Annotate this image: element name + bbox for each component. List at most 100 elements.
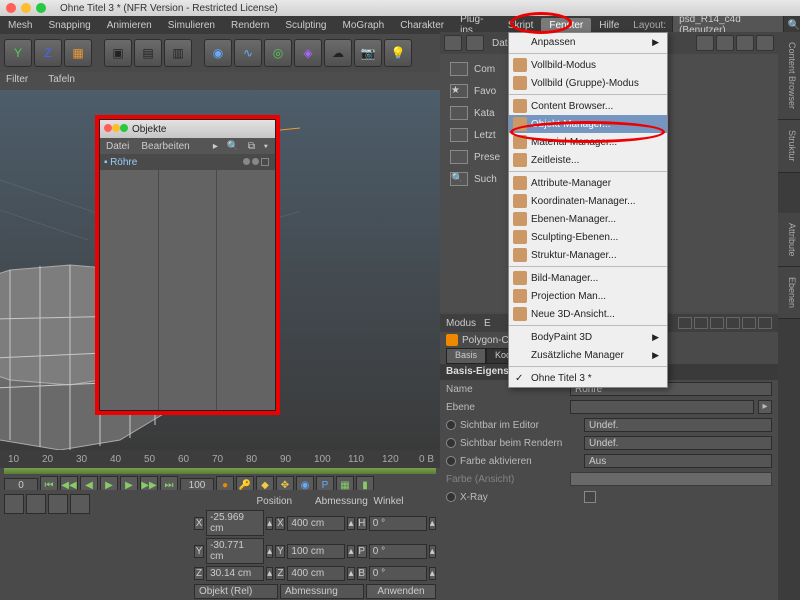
coord-dim-select[interactable]: Abmessung: [280, 584, 364, 599]
objekte-body: [100, 170, 275, 410]
coordinates-panel: Position Abmessung Winkel X-25.969 cm▴X4…: [190, 490, 440, 600]
attr-nav-icons[interactable]: [678, 317, 772, 329]
objekte-bearbeiten[interactable]: Bearbeiten: [135, 141, 195, 152]
objekte-datei[interactable]: Datei: [100, 141, 135, 152]
dropdown-item[interactable]: Zusätzliche Manager▶: [509, 346, 667, 364]
menu-hilfe[interactable]: Hilfe: [591, 18, 627, 33]
field-editor-visible: Sichtbar im EditorUndef.: [440, 416, 778, 434]
attr-edit[interactable]: E: [484, 318, 491, 329]
render-visible-select[interactable]: Undef.: [584, 436, 772, 450]
cb-view1-icon[interactable]: [716, 35, 734, 51]
cube-icon[interactable]: ▦: [64, 39, 92, 67]
dropdown-item[interactable]: Zeitleiste...: [509, 151, 667, 169]
dropdown-item[interactable]: Attribute-Manager: [509, 174, 667, 192]
spline-icon[interactable]: ∿: [234, 39, 262, 67]
primitive-icon[interactable]: ◉: [204, 39, 232, 67]
xray-checkbox[interactable]: [584, 491, 596, 503]
tool-icon[interactable]: [70, 494, 90, 514]
dropdown-item[interactable]: Bild-Manager...: [509, 269, 667, 287]
tool-icon[interactable]: [4, 494, 24, 514]
dropdown-item[interactable]: Vollbild-Modus: [509, 56, 667, 74]
radio-icon[interactable]: [446, 456, 456, 466]
search-icon[interactable]: 🔍: [788, 20, 800, 31]
generator-icon[interactable]: ◎: [264, 39, 292, 67]
radio-icon[interactable]: [446, 438, 456, 448]
dropdown-item[interactable]: Struktur-Manager...: [509, 246, 667, 264]
menu-snapping[interactable]: Snapping: [40, 18, 98, 33]
menu-mograph[interactable]: MoGraph: [335, 18, 393, 33]
tab-basis[interactable]: Basis: [446, 348, 486, 364]
dropdown-item[interactable]: Anpassen▶: [509, 33, 667, 51]
objekte-header[interactable]: Objekte: [100, 120, 275, 138]
star-icon: ★: [450, 84, 468, 98]
filter-label[interactable]: Filter: [6, 74, 28, 85]
field-ebene: Ebene▸: [440, 398, 778, 416]
ebene-input[interactable]: [570, 400, 754, 414]
attr-modus[interactable]: Modus: [446, 318, 476, 329]
menu-charakter[interactable]: Charakter: [392, 18, 452, 33]
tafeln-label[interactable]: Tafeln: [48, 74, 75, 85]
dropdown-item[interactable]: Vollbild (Gruppe)-Modus: [509, 74, 667, 92]
ebene-picker-icon[interactable]: ▸: [758, 400, 772, 414]
axis-y-icon[interactable]: Y: [4, 39, 32, 67]
menu-animieren[interactable]: Animieren: [99, 18, 160, 33]
objekte-item-row[interactable]: ▪ Röhre: [100, 154, 275, 170]
highlight-oval-menu: [510, 12, 572, 34]
objekte-menubar: Datei Bearbeiten ▸ 🔍 ⧉ ▾: [100, 138, 275, 154]
window-controls[interactable]: [6, 3, 46, 13]
objekte-item-name: Röhre: [110, 157, 137, 168]
menu-mesh[interactable]: Mesh: [0, 18, 40, 33]
radio-icon[interactable]: [446, 420, 456, 430]
close-icon[interactable]: [6, 3, 16, 13]
vtab-ebenen[interactable]: Ebenen: [778, 267, 800, 319]
vtab-struktur[interactable]: Struktur: [778, 120, 800, 173]
dropdown-item[interactable]: Projection Man...: [509, 287, 667, 305]
menu-rendern[interactable]: Rendern: [223, 18, 277, 33]
ruler[interactable]: 1020304050607080901001101200 B: [0, 450, 440, 468]
cb-search-icon[interactable]: [756, 35, 774, 51]
tool-icon[interactable]: [48, 494, 68, 514]
dropdown-item[interactable]: Koordinaten-Manager...: [509, 192, 667, 210]
axis-z-icon[interactable]: Z: [34, 39, 62, 67]
coord-row: Y-30.771 cm▴Y100 cm▴P0 °▴: [194, 537, 436, 565]
tool-icon[interactable]: [26, 494, 46, 514]
menu-sculpting[interactable]: Sculpting: [277, 18, 334, 33]
dropdown-item[interactable]: ✓Ohne Titel 3 *: [509, 369, 667, 387]
render-settings-icon[interactable]: ▥: [164, 39, 192, 67]
cb-fwd-icon[interactable]: [466, 35, 484, 51]
monitor-icon: [450, 62, 468, 76]
cb-home-icon[interactable]: [696, 35, 714, 51]
checker-icon[interactable]: [261, 158, 269, 166]
radio-icon[interactable]: [446, 492, 456, 502]
light-icon[interactable]: 💡: [384, 39, 412, 67]
attr-object-type: Polygon-C: [462, 335, 509, 346]
coords-headers: Position Abmessung Winkel: [194, 494, 436, 509]
render-region-icon[interactable]: ▤: [134, 39, 162, 67]
coord-row: Z30.14 cm▴Z400 cm▴B0 °▴: [194, 565, 436, 582]
dropdown-item[interactable]: Sculpting-Ebenen...: [509, 228, 667, 246]
color-activate-select[interactable]: Aus: [584, 454, 772, 468]
zoom-icon[interactable]: [36, 3, 46, 13]
objekte-toolbar-icons[interactable]: ▸ 🔍 ⧉ ▾: [213, 141, 275, 152]
dropdown-item[interactable]: Ebenen-Manager...: [509, 210, 667, 228]
editor-visible-select[interactable]: Undef.: [584, 418, 772, 432]
vtab-content-browser[interactable]: Content Browser: [778, 32, 800, 120]
coords-bottom: Objekt (Rel) Abmessung Anwenden: [194, 582, 436, 599]
field-render-visible: Sichtbar beim RendernUndef.: [440, 434, 778, 452]
camera-icon[interactable]: 📷: [354, 39, 382, 67]
minimize-icon[interactable]: [21, 3, 31, 13]
dropdown-item[interactable]: BodyPaint 3D▶: [509, 328, 667, 346]
vtab-attribute[interactable]: Attribute: [778, 213, 800, 268]
vertical-tabs: Content Browser Struktur Attribute Ebene…: [778, 32, 800, 600]
dropdown-item[interactable]: Content Browser...: [509, 97, 667, 115]
menu-simulieren[interactable]: Simulieren: [160, 18, 223, 33]
cb-back-icon[interactable]: [444, 35, 462, 51]
apply-button[interactable]: Anwenden: [366, 584, 436, 599]
environment-icon[interactable]: ☁: [324, 39, 352, 67]
coord-mode-select[interactable]: Objekt (Rel): [194, 584, 278, 599]
dropdown-item[interactable]: Neue 3D-Ansicht...: [509, 305, 667, 323]
deformer-icon[interactable]: ◈: [294, 39, 322, 67]
render-icon[interactable]: ▣: [104, 39, 132, 67]
cb-view2-icon[interactable]: [736, 35, 754, 51]
field-color-activate: Farbe aktivierenAus: [440, 452, 778, 470]
